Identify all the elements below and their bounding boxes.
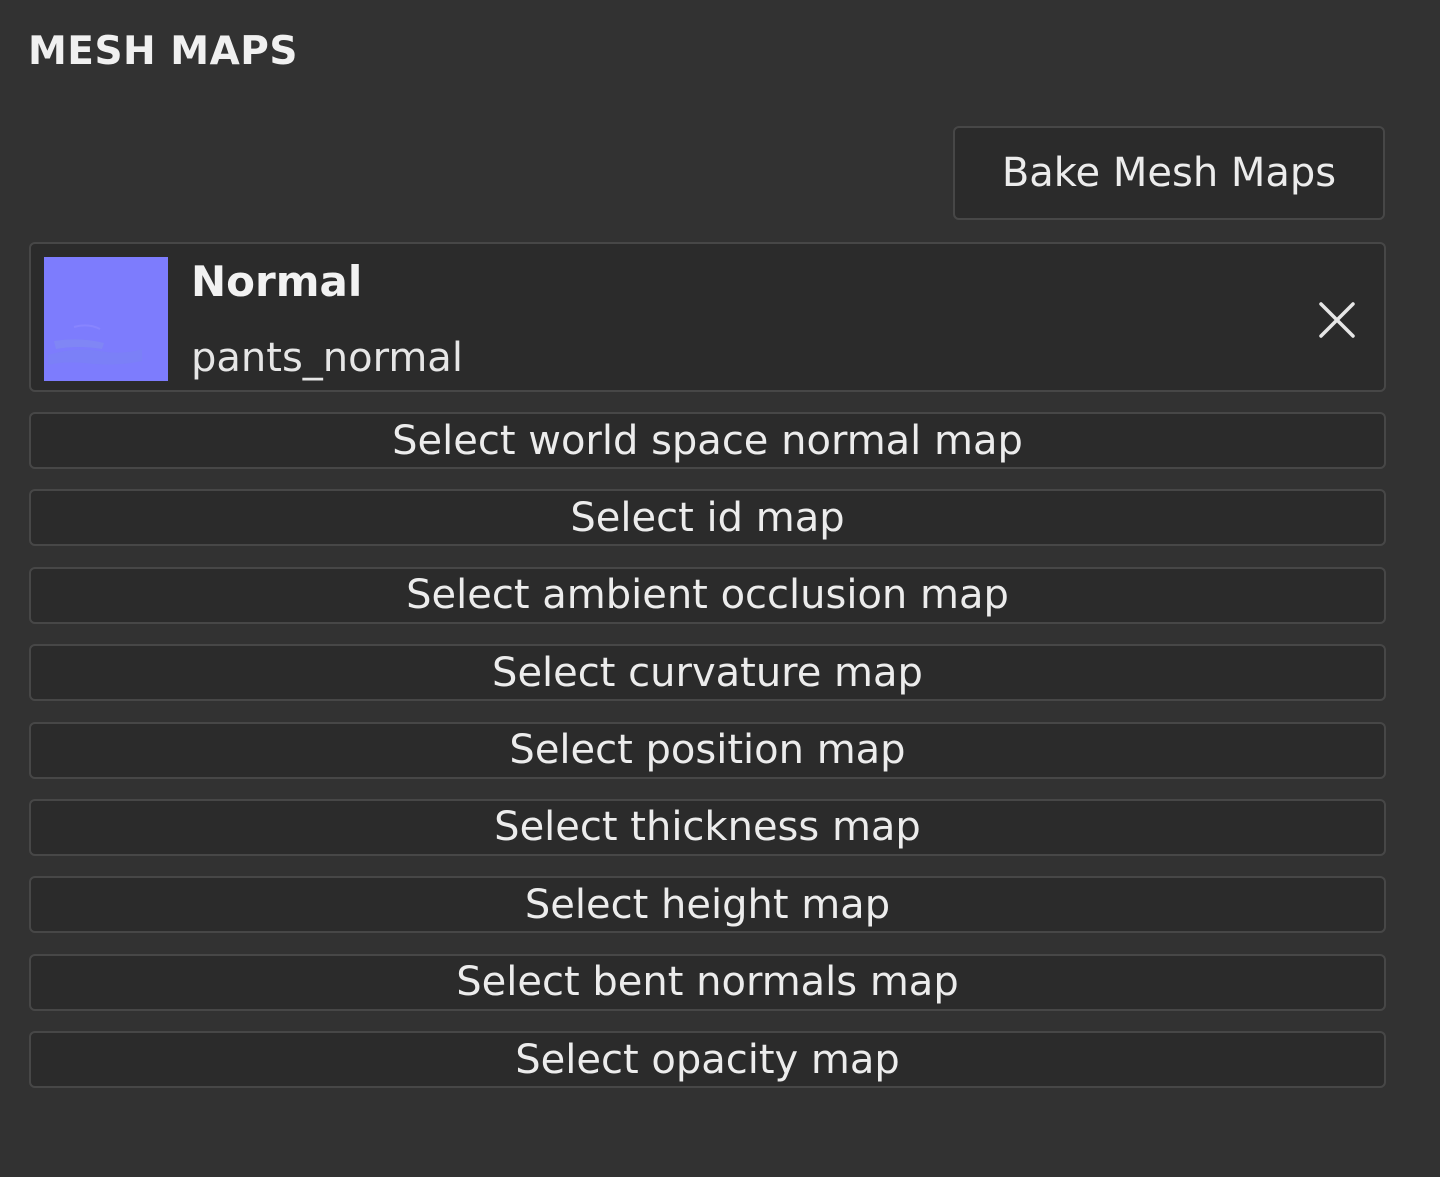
select-position-map-button[interactable]: Select position map [29, 721, 1386, 779]
select-id-map-button[interactable]: Select id map [29, 489, 1386, 547]
select-world-space-normal-map-button[interactable]: Select world space normal map [29, 412, 1386, 469]
select-opacity-map-button[interactable]: Select opacity map [29, 1031, 1386, 1089]
select-ambient-occlusion-map-button[interactable]: Select ambient occlusion map [29, 566, 1386, 624]
close-icon [1319, 302, 1355, 338]
map-file-name: pants_normal [191, 335, 463, 381]
normal-map-thumbnail [44, 257, 168, 381]
mesh-maps-panel: MESH MAPS Bake Mesh Maps Normal pants_no… [0, 0, 1440, 1177]
remove-map-button[interactable] [1311, 294, 1363, 346]
select-curvature-map-button[interactable]: Select curvature map [29, 644, 1386, 702]
section-title: MESH MAPS [28, 29, 298, 74]
select-thickness-map-button[interactable]: Select thickness map [29, 798, 1386, 856]
map-select-list: Select world space normal map Select id … [29, 412, 1386, 1109]
map-type-label: Normal [191, 257, 363, 306]
select-bent-normals-map-button[interactable]: Select bent normals map [29, 953, 1386, 1011]
select-height-map-button[interactable]: Select height map [29, 876, 1386, 934]
bake-mesh-maps-button[interactable]: Bake Mesh Maps [953, 126, 1385, 220]
thumbnail-preview-image [44, 257, 168, 381]
normal-map-slot: Normal pants_normal [29, 242, 1386, 392]
